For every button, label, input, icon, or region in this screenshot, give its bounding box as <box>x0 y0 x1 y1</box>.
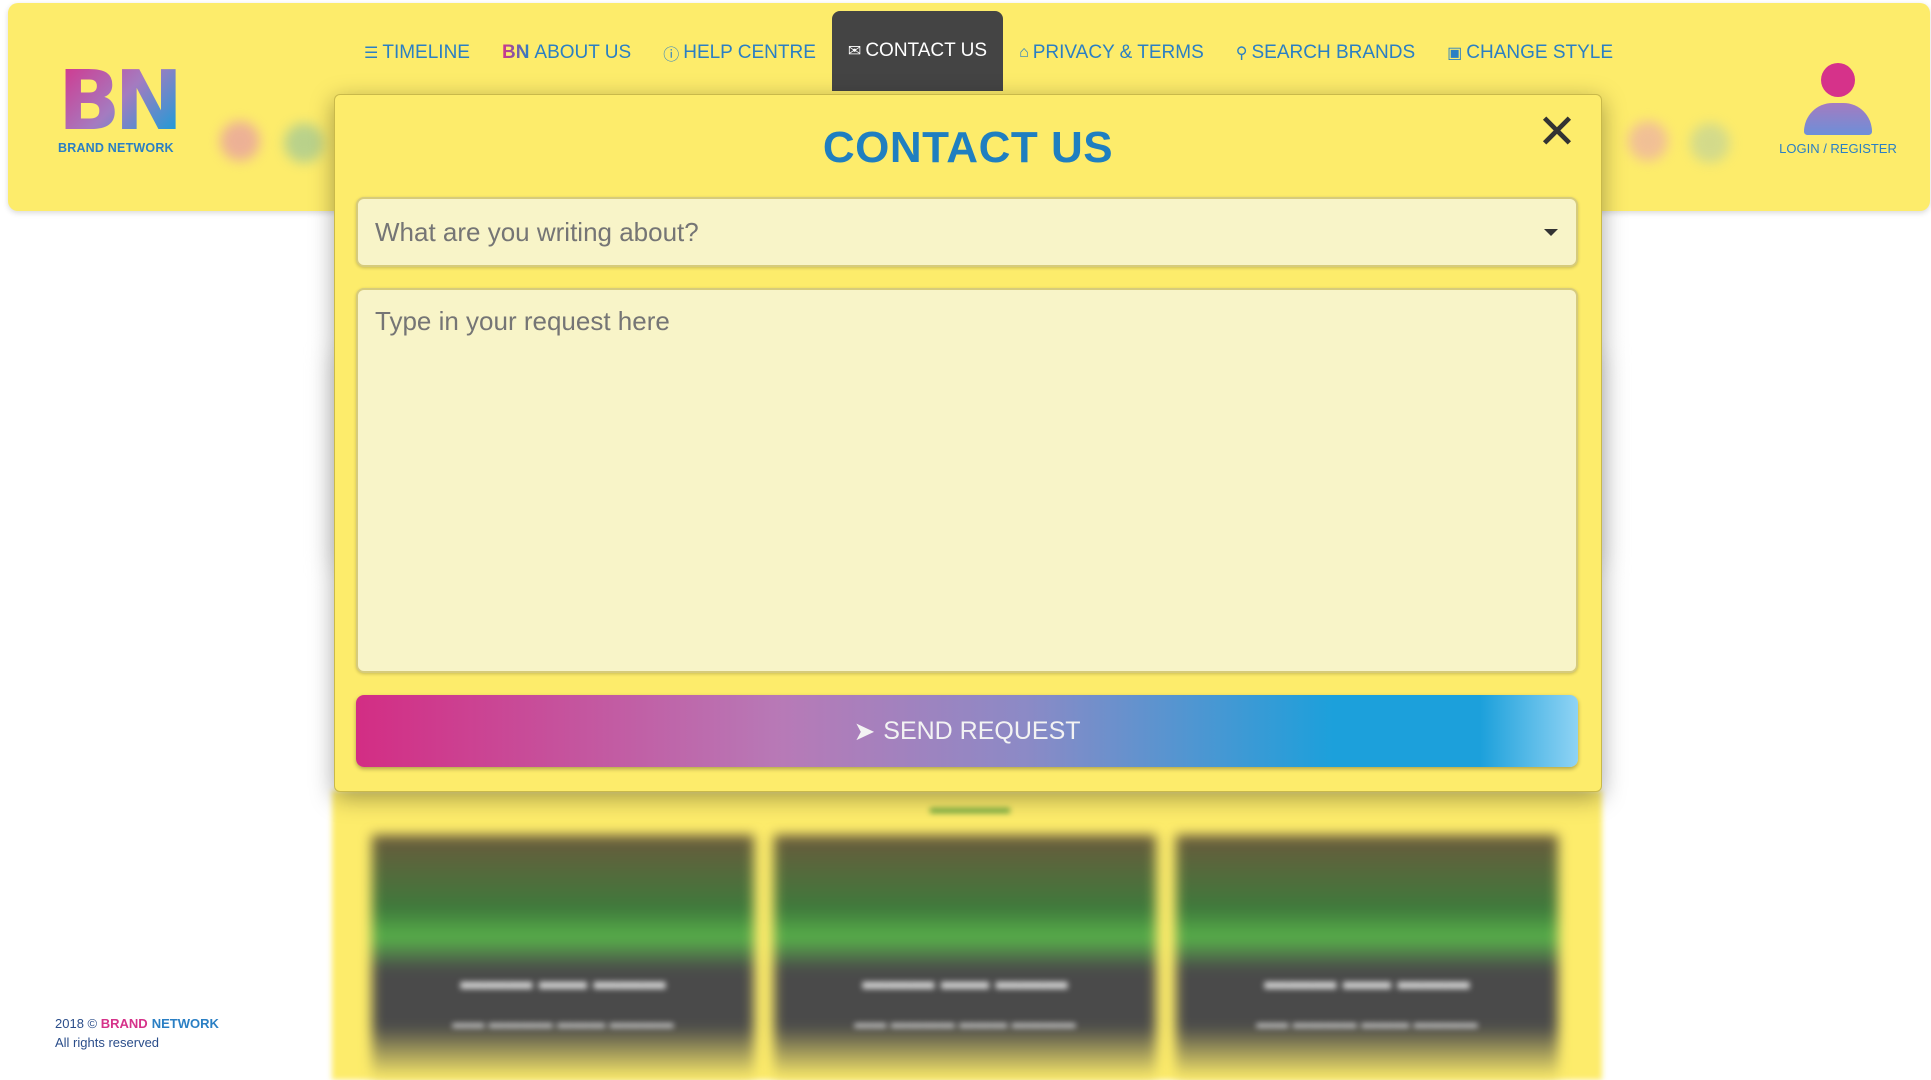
event-card[interactable] <box>1176 835 1558 1080</box>
nav-label: SEARCH BRANDS <box>1251 42 1416 63</box>
nav-item-about-us[interactable]: BN ABOUT US <box>486 18 647 88</box>
nav-item-change-style[interactable]: ▣ CHANGE STYLE <box>1431 18 1629 88</box>
nav-item-search-brands[interactable]: ⚲ SEARCH BRANDS <box>1220 18 1431 88</box>
footer-brand-word1: BRAND <box>100 1016 148 1031</box>
logo-subtitle: BRAND NETWORK <box>58 141 174 155</box>
subject-placeholder: What are you writing about? <box>375 216 699 247</box>
request-textarea[interactable] <box>356 288 1578 673</box>
palette-icon: ▣ <box>1447 45 1463 62</box>
event-card[interactable] <box>372 835 754 1080</box>
login-register-link[interactable]: LOGIN / REGISTER <box>1768 141 1908 156</box>
subject-select[interactable]: What are you writing about? <box>356 197 1578 267</box>
help-icon: ⓘ <box>663 47 680 64</box>
card-title: ▬▬▬ ▬▬ ▬▬▬ <box>460 968 666 995</box>
nav-label: ABOUT US <box>534 42 632 63</box>
nav-item-contact-us[interactable]: ✉ CONTACT US <box>831 11 1004 91</box>
bn-icon: BN <box>501 42 530 63</box>
nav-item-timeline[interactable]: ☰ TIMELINE <box>348 18 486 88</box>
event-card[interactable] <box>774 835 1156 1080</box>
card-subtitle: ▬▬ ▬▬▬▬ ▬▬▬ ▬▬▬▬ <box>452 1015 674 1032</box>
brand-logo[interactable]: BN BRAND NETWORK <box>58 54 183 156</box>
bank-icon: ⌂ <box>1019 44 1029 61</box>
mail-icon: ✉ <box>847 43 862 60</box>
modal-title: CONTACT US <box>822 123 1114 172</box>
blurred-icon <box>1628 121 1668 161</box>
copyright-year: 2018 © <box>55 1016 98 1031</box>
card-title: ▬▬▬ ▬▬ ▬▬▬ <box>862 968 1068 995</box>
nav-label: HELP CENTRE <box>683 42 816 63</box>
footer: 2018 © BRAND NETWORK All rights reserved <box>55 1014 219 1052</box>
nav-label: PRIVACY & TERMS <box>1032 42 1204 63</box>
nav-label: TIMELINE <box>382 42 470 63</box>
strip-label: ▬▬▬▬▬ <box>930 800 1010 817</box>
user-icon <box>1768 63 1908 135</box>
send-icon: ➤ <box>853 715 876 746</box>
nav-label: CONTACT US <box>865 40 988 61</box>
contact-modal: CONTACT US ✕ What are you writing about?… <box>334 94 1602 792</box>
copyright-line: 2018 © BRAND NETWORK <box>55 1014 219 1033</box>
user-login[interactable]: LOGIN / REGISTER <box>1768 63 1908 156</box>
blurred-icon <box>284 123 324 163</box>
blurred-icon <box>220 121 260 161</box>
blurred-icon <box>1690 123 1730 163</box>
card-subtitle: ▬▬ ▬▬▬▬ ▬▬▬ ▬▬▬▬ <box>854 1015 1076 1032</box>
send-request-button[interactable]: ➤ SEND REQUEST <box>356 695 1578 767</box>
close-icon[interactable]: ✕ <box>1533 109 1581 157</box>
card-title: ▬▬▬ ▬▬ ▬▬▬ <box>1264 968 1470 995</box>
rights-text: All rights reserved <box>55 1035 160 1050</box>
card-subtitle: ▬▬ ▬▬▬▬ ▬▬▬ ▬▬▬▬ <box>1256 1015 1478 1032</box>
chevron-down-icon <box>1544 229 1558 236</box>
logo-letters: BN <box>58 54 183 149</box>
footer-brand-word2: NETWORK <box>151 1016 219 1031</box>
nav-item-help-centre[interactable]: ⓘ HELP CENTRE <box>647 18 832 88</box>
nav-item-privacy-terms[interactable]: ⌂ PRIVACY & TERMS <box>1003 18 1220 88</box>
list-icon: ☰ <box>364 45 379 62</box>
search-icon: ⚲ <box>1235 45 1248 62</box>
main-nav: ☰ TIMELINE BN ABOUT US ⓘ HELP CENTRE ✉ C… <box>348 11 1629 98</box>
nav-label: CHANGE STYLE <box>1466 42 1614 63</box>
send-label: SEND REQUEST <box>883 716 1081 745</box>
